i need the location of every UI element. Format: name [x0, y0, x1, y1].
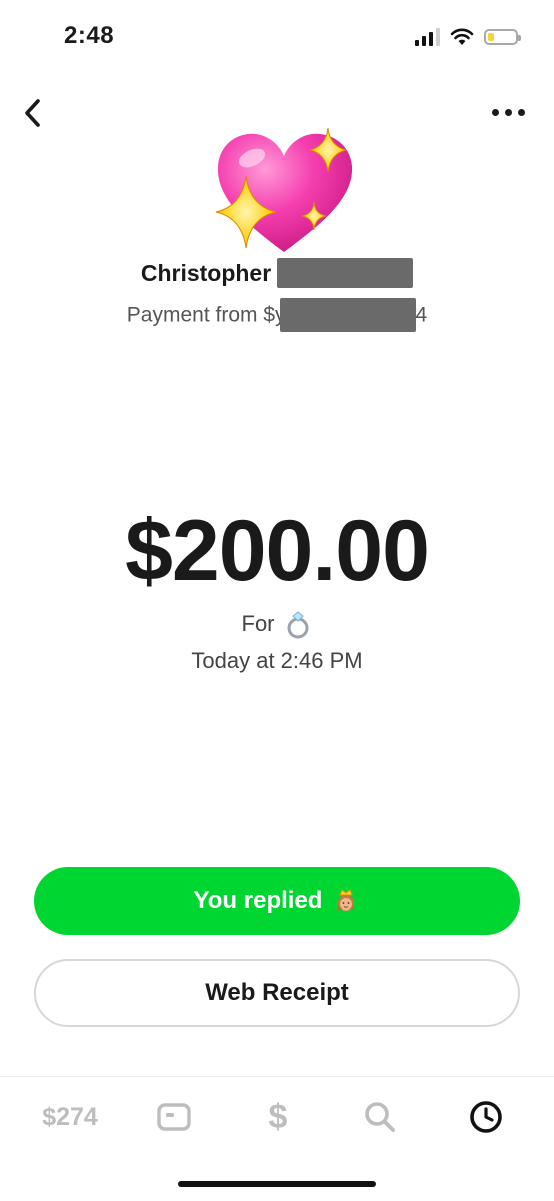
- home-indicator[interactable]: [178, 1181, 376, 1187]
- payment-source-prefix: Payment from $y: [126, 303, 286, 327]
- dollar-icon: $: [268, 1097, 288, 1136]
- payment-source-suffix: 4: [415, 303, 428, 327]
- payment-amount: $200.00: [125, 503, 430, 599]
- you-replied-label: You replied: [193, 887, 323, 914]
- payment-note-label: For: [241, 611, 275, 636]
- ring-icon: [287, 611, 308, 639]
- battery-icon: [484, 29, 521, 45]
- sender-first-name: Christopher: [140, 260, 272, 287]
- card-icon: [157, 1103, 191, 1131]
- payment-source: Payment from $y 4: [0, 298, 554, 333]
- tab-activity[interactable]: [464, 1097, 508, 1137]
- status-icons: [415, 24, 521, 50]
- chevron-left-icon: [25, 99, 40, 127]
- back-button[interactable]: [18, 96, 50, 130]
- clock-icon: [470, 1101, 502, 1133]
- web-receipt-button[interactable]: Web Receipt: [34, 959, 520, 1027]
- tab-card[interactable]: [152, 1097, 196, 1137]
- status-time: 2:48: [64, 22, 115, 49]
- ellipsis-icon: [491, 108, 499, 116]
- princess-icon: [338, 889, 355, 911]
- redacted-cashtag: [279, 298, 416, 332]
- redacted-last-name: [277, 258, 414, 288]
- more-options-button[interactable]: [488, 100, 528, 124]
- cellular-signal-icon: [415, 28, 440, 46]
- search-icon: [365, 1102, 395, 1132]
- payment-date: Today at 2:46 PM: [191, 648, 363, 673]
- wifi-icon: [450, 28, 474, 45]
- tab-balance[interactable]: $274: [30, 1097, 110, 1137]
- sender-name: Christopher: [0, 258, 554, 290]
- tab-search[interactable]: [360, 1097, 400, 1137]
- tab-pay[interactable]: $: [258, 1097, 298, 1137]
- sparkling-heart-avatar: [215, 127, 353, 252]
- payment-note: For: [0, 609, 554, 639]
- you-replied-button[interactable]: You replied: [34, 867, 520, 935]
